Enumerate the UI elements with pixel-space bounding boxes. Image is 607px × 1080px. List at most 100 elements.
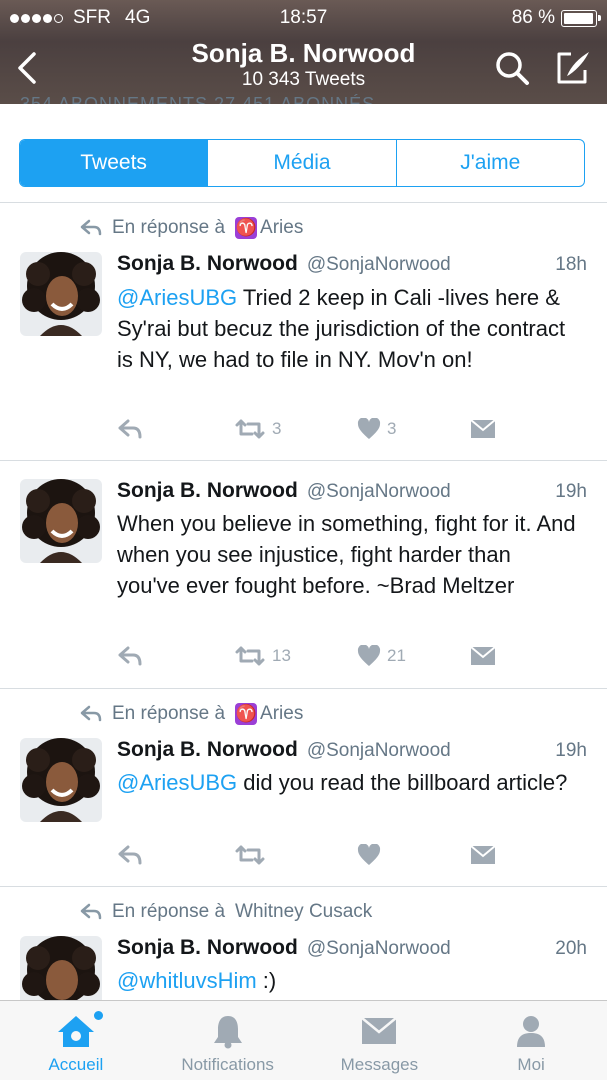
tab-messages[interactable]: Messages — [304, 1001, 456, 1080]
reply-icon — [118, 419, 142, 439]
avatar[interactable] — [20, 738, 102, 822]
status-bar: SFR 4G 18:57 86 % — [0, 0, 607, 32]
direct-message-button[interactable] — [470, 844, 496, 866]
profile-header: SFR 4G 18:57 86 % Sonja B. Norwood 10 34… — [0, 0, 607, 104]
tweet-actions — [117, 844, 607, 870]
direct-message-button[interactable] — [470, 418, 496, 440]
tweet-text: When you believe in something, fight for… — [117, 511, 576, 598]
reply-button[interactable] — [117, 418, 143, 440]
tweet-time: 19h — [555, 481, 587, 502]
envelope-icon — [470, 646, 496, 665]
envelope-icon — [470, 845, 496, 864]
profile-photo-icon — [20, 479, 102, 563]
tab-tweets[interactable]: Tweets — [20, 140, 208, 186]
tweet-header: Sonja B. Norwood @SonjaNorwood 19h — [117, 479, 587, 503]
tab-home[interactable]: Accueil — [0, 1001, 152, 1080]
author-handle[interactable]: @SonjaNorwood — [307, 481, 451, 503]
retweet-count: 3 — [272, 419, 282, 438]
author-handle[interactable]: @SonjaNorwood — [307, 938, 451, 960]
tweet[interactable]: En réponse à ♈ Aries Sonja B. Norwood @So… — [0, 203, 607, 461]
compose-tweet-button[interactable] — [553, 48, 593, 88]
tweet-time: 19h — [555, 740, 587, 761]
battery-percent: 86 % — [511, 7, 555, 28]
tweet[interactable]: En réponse à Whitney Cusack Sonja B. Nor… — [0, 887, 607, 1000]
tweet-header: Sonja B. Norwood @SonjaNorwood 19h — [117, 738, 587, 762]
reply-button[interactable] — [117, 645, 143, 667]
author-handle[interactable]: @SonjaNorwood — [307, 740, 451, 762]
reply-button[interactable] — [117, 844, 143, 866]
mention-link[interactable]: @AriesUBG — [117, 285, 237, 310]
retweet-button[interactable]: 3 — [234, 418, 281, 440]
tweet-text: @AriesUBG Tried 2 keep in Cali -lives he… — [117, 285, 566, 372]
battery-icon — [561, 9, 601, 27]
like-button[interactable]: 3 — [357, 418, 396, 440]
heart-icon — [357, 645, 381, 666]
tweet[interactable]: En réponse à ♈ Aries Sonja B. Norwood @So… — [0, 689, 607, 887]
reply-context: En réponse à ♈ Aries — [80, 703, 303, 725]
retweet-icon — [235, 646, 265, 666]
like-count: 21 — [387, 646, 406, 665]
reply-recipient[interactable]: Whitney Cusack — [235, 901, 372, 923]
envelope-icon — [361, 1017, 398, 1044]
reply-arrow-icon — [80, 219, 102, 236]
mention-link[interactable]: @whitluvsHim — [117, 968, 257, 993]
tweet-header: Sonja B. Norwood @SonjaNorwood 20h — [117, 936, 587, 960]
heart-icon — [357, 844, 381, 865]
like-button[interactable]: 21 — [357, 645, 406, 667]
heart-icon — [357, 418, 381, 439]
tweet-time: 20h — [555, 938, 587, 959]
profile-photo-icon — [20, 936, 102, 1000]
retweet-icon — [235, 419, 265, 439]
like-count: 3 — [387, 419, 397, 438]
reply-arrow-icon — [80, 705, 102, 722]
reply-prefix: En réponse à — [112, 901, 226, 922]
home-icon — [57, 1016, 94, 1047]
tab-me[interactable]: Moi — [455, 1001, 607, 1080]
retweet-button[interactable]: 13 — [234, 645, 291, 667]
avatar[interactable] — [20, 936, 102, 1000]
author-handle[interactable]: @SonjaNorwood — [307, 254, 451, 276]
author-name[interactable]: Sonja B. Norwood — [117, 936, 298, 960]
author-name[interactable]: Sonja B. Norwood — [117, 479, 298, 503]
reply-recipient[interactable]: ♈ Aries — [235, 703, 303, 725]
compose-icon — [557, 52, 589, 84]
tweet-time: 18h — [555, 254, 587, 275]
profile-tabs: Tweets Média J'aime — [19, 139, 585, 187]
reply-icon — [118, 646, 142, 666]
bell-icon — [213, 1016, 242, 1049]
reply-recipient[interactable]: ♈ Aries — [235, 217, 303, 239]
new-content-dot — [94, 1011, 103, 1020]
avatar[interactable] — [20, 252, 102, 336]
tab-label: Moi — [517, 1055, 545, 1074]
tweet-actions: 3 3 — [117, 418, 607, 444]
tweet-text: @AriesUBG did you read the billboard art… — [117, 770, 568, 795]
tab-bar: Accueil Notifications Messages Moi — [0, 1000, 607, 1080]
avatar[interactable] — [20, 479, 102, 563]
tab-media[interactable]: Média — [207, 140, 395, 186]
profile-photo-icon — [20, 252, 102, 336]
reply-context: En réponse à Whitney Cusack — [80, 901, 372, 923]
mention-link[interactable]: @AriesUBG — [117, 770, 237, 795]
author-name[interactable]: Sonja B. Norwood — [117, 738, 298, 762]
direct-message-button[interactable] — [470, 645, 496, 667]
profile-photo-icon — [20, 738, 102, 822]
retweet-button[interactable] — [234, 844, 272, 866]
author-name[interactable]: Sonja B. Norwood — [117, 252, 298, 276]
search-button[interactable] — [494, 50, 530, 86]
follow-stats-peek: 354 ABONNEMENTS 27 451 ABONNÉS — [20, 94, 376, 104]
retweet-count: 13 — [272, 646, 291, 665]
envelope-icon — [470, 419, 496, 438]
tweet[interactable]: Sonja B. Norwood @SonjaNorwood 19h When … — [0, 461, 607, 689]
tab-label: Messages — [340, 1055, 419, 1074]
tweet-actions: 13 21 — [117, 645, 607, 671]
tab-label: Accueil — [48, 1055, 104, 1074]
aries-emoji-icon: ♈ — [235, 217, 258, 239]
aries-emoji-icon: ♈ — [235, 703, 258, 725]
tab-notifications[interactable]: Notifications — [152, 1001, 304, 1080]
reply-prefix: En réponse à — [112, 217, 226, 238]
tab-likes[interactable]: J'aime — [395, 140, 584, 186]
reply-icon — [118, 845, 142, 865]
person-icon — [517, 1016, 546, 1047]
reply-context: En réponse à ♈ Aries — [80, 217, 303, 239]
like-button[interactable] — [357, 844, 387, 866]
